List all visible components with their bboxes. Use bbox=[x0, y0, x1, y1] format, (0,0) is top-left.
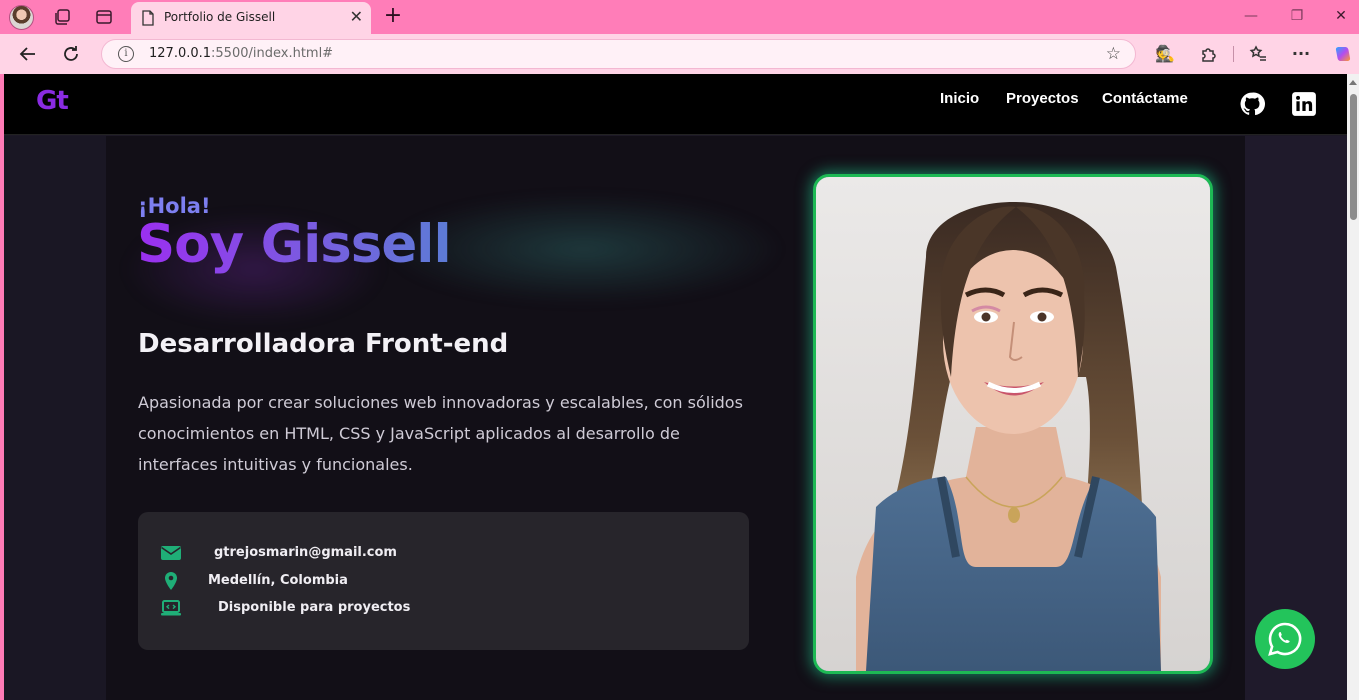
linkedin-icon[interactable] bbox=[1291, 91, 1317, 117]
site-info-icon[interactable]: i bbox=[118, 46, 134, 62]
hero-name: Soy Gissell bbox=[137, 214, 452, 275]
nav-link-inicio[interactable]: Inicio bbox=[940, 90, 979, 107]
favorite-star-icon[interactable]: ☆ bbox=[1106, 44, 1121, 64]
tab-actions-icon[interactable] bbox=[95, 8, 113, 26]
scroll-up-arrow[interactable] bbox=[1349, 80, 1357, 85]
page-scrollbar[interactable] bbox=[1347, 74, 1359, 700]
hero-role: Desarrolladora Front-end bbox=[138, 329, 509, 359]
refresh-icon[interactable] bbox=[61, 44, 81, 64]
hero-description: Apasionada por crear soluciones web inno… bbox=[138, 393, 743, 474]
page-icon bbox=[142, 10, 154, 26]
nav-link-contactame[interactable]: Contáctame bbox=[1102, 90, 1188, 107]
workspaces-icon[interactable] bbox=[53, 8, 71, 26]
whatsapp-button[interactable] bbox=[1255, 609, 1315, 669]
address-bar[interactable]: i 127.0.0.1:5500/index.html# ☆ bbox=[101, 39, 1136, 69]
extensions-puzzle-icon[interactable] bbox=[1199, 44, 1219, 64]
new-tab-button[interactable]: + bbox=[381, 3, 405, 28]
site-logo[interactable]: Gt bbox=[36, 86, 69, 116]
tab-portfolio[interactable]: Portfolio de Gissell ✕ bbox=[131, 2, 371, 34]
contact-email[interactable]: gtrejosmarin@gmail.com bbox=[214, 545, 397, 560]
profile-photo bbox=[813, 174, 1213, 674]
location-pin-icon bbox=[165, 572, 177, 590]
scrollbar-thumb[interactable] bbox=[1350, 94, 1357, 220]
envelope-icon bbox=[161, 546, 181, 560]
github-icon[interactable] bbox=[1239, 91, 1265, 117]
portrait-image bbox=[816, 177, 1210, 671]
toolbar-divider bbox=[1233, 46, 1234, 62]
extension-icon[interactable]: 🕵 bbox=[1155, 44, 1175, 64]
laptop-code-icon bbox=[161, 600, 181, 616]
minimize-button[interactable]: — bbox=[1241, 6, 1261, 26]
browser-toolbar: i 127.0.0.1:5500/index.html# ☆ 🕵 ··· bbox=[0, 34, 1359, 74]
browser-tab-bar: Portfolio de Gissell ✕ + — ❐ ✕ bbox=[0, 0, 1359, 34]
profile-avatar[interactable] bbox=[9, 5, 34, 30]
tab-title: Portfolio de Gissell bbox=[164, 10, 276, 24]
restore-button[interactable]: ❐ bbox=[1287, 6, 1307, 26]
close-window-button[interactable]: ✕ bbox=[1331, 6, 1351, 26]
back-icon[interactable] bbox=[18, 44, 38, 64]
tab-close-icon[interactable]: ✕ bbox=[350, 6, 363, 28]
contact-availability: Disponible para proyectos bbox=[218, 600, 411, 615]
nav-link-proyectos[interactable]: Proyectos bbox=[1006, 90, 1079, 107]
favorites-icon[interactable] bbox=[1248, 44, 1268, 64]
whatsapp-icon bbox=[1268, 622, 1302, 656]
copilot-icon[interactable] bbox=[1333, 44, 1353, 64]
contact-location: Medellín, Colombia bbox=[208, 573, 348, 588]
page-side-left bbox=[4, 136, 106, 700]
page-viewport: Gt Inicio Proyectos Contáctame ¡Hola! So… bbox=[4, 74, 1347, 700]
url-text[interactable]: 127.0.0.1:5500/index.html# bbox=[149, 46, 333, 61]
site-header: Gt Inicio Proyectos Contáctame bbox=[4, 74, 1347, 135]
more-menu-icon[interactable]: ··· bbox=[1291, 44, 1311, 64]
contact-info-card: gtrejosmarin@gmail.com Medellín, Colombi… bbox=[138, 512, 749, 650]
